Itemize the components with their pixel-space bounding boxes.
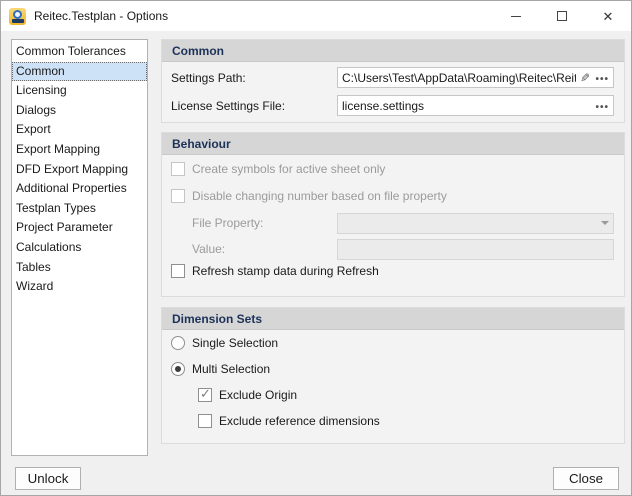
title-bar: Reitec.Testplan - Options ✕	[1, 1, 631, 31]
license-file-browse-icon[interactable]: •••	[595, 99, 609, 113]
sidebar-item-export[interactable]: Export	[12, 120, 147, 140]
sidebar-item-common-tolerances[interactable]: Common Tolerances	[12, 42, 147, 62]
minimize-button[interactable]	[493, 1, 539, 31]
window-title: Reitec.Testplan - Options	[34, 9, 168, 23]
group-dimension-sets: Dimension Sets Single Selection Multi Se…	[161, 307, 625, 444]
sidebar-item-project-parameter[interactable]: Project Parameter	[12, 218, 147, 238]
settings-path-value: C:\Users\Test\AppData\Roaming\Reitec\Rei…	[342, 71, 576, 85]
checkbox-exclude-origin-label: Exclude Origin	[219, 388, 297, 402]
checkbox-exclude-reference-label: Exclude reference dimensions	[219, 414, 380, 428]
window-controls: ✕	[493, 1, 631, 31]
sidebar-item-testplan-types[interactable]: Testplan Types	[12, 199, 147, 219]
app-icon	[9, 8, 26, 25]
checkbox-exclude-reference[interactable]: Exclude reference dimensions	[198, 414, 380, 428]
radio-single-selection-label: Single Selection	[192, 336, 278, 350]
checkbox-refresh-stamp-box[interactable]	[171, 264, 185, 278]
close-icon: ✕	[603, 10, 614, 23]
group-common: Common Settings Path: C:\Users\Test\AppD…	[161, 39, 625, 123]
checkbox-create-symbols: Create symbols for active sheet only	[171, 162, 385, 176]
sidebar-item-export-mapping[interactable]: Export Mapping	[12, 140, 147, 160]
sidebar-item-wizard[interactable]: Wizard	[12, 277, 147, 297]
sidebar-item-licensing[interactable]: Licensing	[12, 81, 147, 101]
license-file-input[interactable]: license.settings •••	[337, 95, 614, 116]
file-property-dropdown	[337, 213, 614, 234]
radio-multi-selection-label: Multi Selection	[192, 362, 270, 376]
settings-path-browse-icon[interactable]: •••	[595, 71, 609, 85]
settings-path-label: Settings Path:	[171, 71, 246, 85]
checkbox-refresh-stamp[interactable]: Refresh stamp data during Refresh	[171, 264, 379, 278]
sidebar-item-dfd-export-mapping[interactable]: DFD Export Mapping	[12, 160, 147, 180]
sidebar-list[interactable]: Common TolerancesCommonLicensingDialogsE…	[11, 39, 148, 456]
sidebar-item-additional-properties[interactable]: Additional Properties	[12, 179, 147, 199]
group-dimension-sets-header: Dimension Sets	[162, 308, 624, 330]
radio-single-selection-circle[interactable]	[171, 336, 185, 350]
options-dialog: Reitec.Testplan - Options ✕ Common Toler…	[0, 0, 632, 496]
unlock-button[interactable]: Unlock	[15, 467, 81, 490]
checkbox-exclude-origin-box[interactable]: ✓	[198, 388, 212, 402]
checkbox-create-symbols-label: Create symbols for active sheet only	[192, 162, 385, 176]
radio-multi-selection[interactable]: Multi Selection	[171, 362, 270, 376]
edit-pencil-icon[interactable]: ✎	[580, 71, 590, 85]
checkbox-disable-changing-label: Disable changing number based on file pr…	[192, 189, 447, 203]
checkbox-exclude-origin[interactable]: ✓ Exclude Origin	[198, 388, 297, 402]
maximize-button[interactable]	[539, 1, 585, 31]
radio-single-selection[interactable]: Single Selection	[171, 336, 278, 350]
sidebar-item-common[interactable]: Common	[12, 62, 147, 82]
checkbox-refresh-stamp-label: Refresh stamp data during Refresh	[192, 264, 379, 278]
sidebar-item-dialogs[interactable]: Dialogs	[12, 101, 147, 121]
close-window-button[interactable]: ✕	[585, 1, 631, 31]
file-property-label: File Property:	[192, 216, 263, 230]
app-icon-ring	[13, 10, 22, 19]
close-button[interactable]: Close	[553, 467, 619, 490]
license-file-label: License Settings File:	[171, 99, 285, 113]
group-common-header: Common	[162, 40, 624, 62]
checkbox-disable-changing-box	[171, 189, 185, 203]
check-icon: ✓	[200, 386, 211, 402]
license-file-value: license.settings	[342, 99, 595, 113]
checkbox-create-symbols-box	[171, 162, 185, 176]
maximize-icon	[557, 11, 567, 21]
dropdown-arrow-icon	[601, 221, 609, 225]
value-input	[337, 239, 614, 260]
minimize-icon	[511, 16, 521, 17]
value-label: Value:	[192, 242, 225, 256]
settings-path-input[interactable]: C:\Users\Test\AppData\Roaming\Reitec\Rei…	[337, 67, 614, 88]
group-behaviour: Behaviour Create symbols for active shee…	[161, 132, 625, 297]
checkbox-exclude-reference-box[interactable]	[198, 414, 212, 428]
checkbox-disable-changing: Disable changing number based on file pr…	[171, 189, 447, 203]
group-behaviour-header: Behaviour	[162, 133, 624, 155]
app-icon-base	[12, 19, 24, 23]
sidebar-item-calculations[interactable]: Calculations	[12, 238, 147, 258]
radio-multi-selection-circle[interactable]	[171, 362, 185, 376]
sidebar-item-tables[interactable]: Tables	[12, 258, 147, 278]
